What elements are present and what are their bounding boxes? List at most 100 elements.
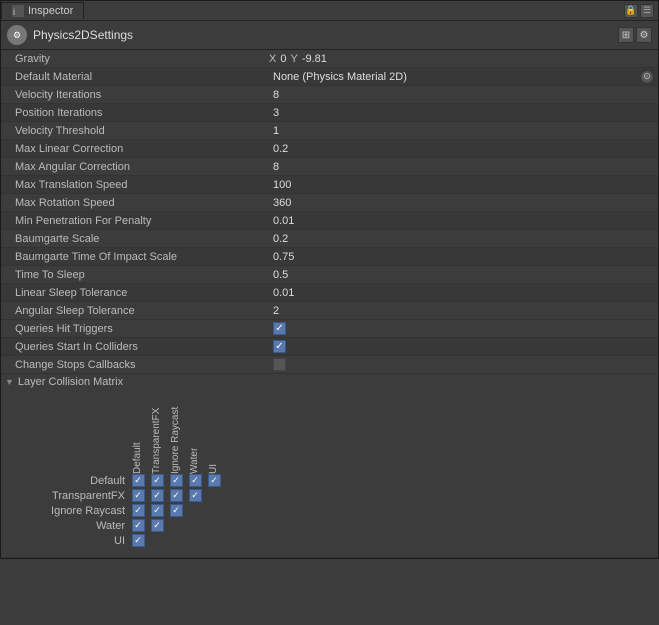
field-label: Max Translation Speed <box>1 178 269 192</box>
matrix-cell <box>186 504 204 517</box>
matrix-cell <box>129 504 147 517</box>
layer-collision-section: ▼ Layer Collision Matrix Default Transpar… <box>1 374 658 558</box>
inspector-content: Gravity X 0 Y -9.81 Default Material Non… <box>1 50 658 558</box>
field-value: 0.2 <box>269 232 658 246</box>
table-row: Velocity Iterations 8 <box>1 86 658 104</box>
numeric-fields: Velocity Iterations 8 Position Iteration… <box>1 86 658 320</box>
table-row: Max Linear Correction 0.2 <box>1 140 658 158</box>
field-value: 0.01 <box>269 286 658 300</box>
field-label: Linear Sleep Tolerance <box>1 286 269 300</box>
component-icon: ⚙ <box>7 25 27 45</box>
field-value: 360 <box>269 196 658 210</box>
gravity-y-value: -9.81 <box>300 53 329 65</box>
matrix-row: Default <box>9 474 650 487</box>
table-row: Angular Sleep Tolerance 2 <box>1 302 658 320</box>
default-material-text: None (Physics Material 2D) <box>273 71 407 83</box>
matrix-row-label: TransparentFX <box>9 490 129 502</box>
field-label: Max Rotation Speed <box>1 196 269 210</box>
matrix-checkbox-input[interactable] <box>170 474 183 487</box>
table-row: Max Rotation Speed 360 <box>1 194 658 212</box>
table-row: Min Penetration For Penalty 0.01 <box>1 212 658 230</box>
matrix-cell <box>148 489 166 502</box>
matrix-col-header: UI <box>205 394 223 474</box>
col-header-text: Water <box>190 394 200 474</box>
checkbox-input[interactable] <box>273 358 286 371</box>
field-label: Angular Sleep Tolerance <box>1 304 269 318</box>
matrix-cell <box>148 504 166 517</box>
field-value: 1 <box>269 124 658 138</box>
checkbox-fields: Queries Hit Triggers Queries Start In Co… <box>1 320 658 374</box>
matrix-checkbox-input[interactable] <box>151 474 164 487</box>
matrix-checkbox-input[interactable] <box>189 474 202 487</box>
matrix-cell <box>148 534 166 547</box>
matrix-cell <box>148 474 166 487</box>
field-value: 3 <box>269 106 658 120</box>
field-label: Max Linear Correction <box>1 142 269 156</box>
matrix-checkbox-input[interactable] <box>132 534 145 547</box>
col-header-text: Ignore Raycast <box>171 394 181 474</box>
matrix-col-header: Ignore Raycast <box>167 394 185 474</box>
matrix-cell <box>205 474 223 487</box>
matrix-cell <box>205 534 223 547</box>
gravity-fields: X 0 Y -9.81 <box>269 53 658 65</box>
matrix-row-label: Ignore Raycast <box>9 505 129 517</box>
table-row: Max Translation Speed 100 <box>1 176 658 194</box>
matrix-checkbox-input[interactable] <box>170 504 183 517</box>
field-label: Baumgarte Scale <box>1 232 269 246</box>
matrix-col-header: Water <box>186 394 204 474</box>
menu-button[interactable]: ☰ <box>640 4 654 18</box>
matrix-checkbox-input[interactable] <box>151 489 164 502</box>
field-label: Max Angular Correction <box>1 160 269 174</box>
table-row: Velocity Threshold 1 <box>1 122 658 140</box>
matrix-checkbox-input[interactable] <box>132 519 145 532</box>
matrix-row-label: UI <box>9 535 129 547</box>
lock-button[interactable]: 🔒 <box>624 4 638 18</box>
gravity-row: Gravity X 0 Y -9.81 <box>1 50 658 68</box>
default-material-value: None (Physics Material 2D) ⊙ <box>269 69 658 85</box>
matrix-cell <box>186 534 204 547</box>
matrix-cell <box>186 474 204 487</box>
checkbox-value <box>269 357 658 372</box>
matrix-checkbox-input[interactable] <box>132 474 145 487</box>
window-controls: 🔒 ☰ <box>624 4 658 18</box>
matrix-cell <box>205 489 223 502</box>
component-header: ⚙ Physics2DSettings ⊞ ⚙ <box>1 21 658 50</box>
gravity-x-value: 0 <box>278 53 288 65</box>
matrix-row: Ignore Raycast <box>9 504 650 517</box>
matrix-cell <box>205 519 223 532</box>
checkbox-input[interactable] <box>273 322 286 335</box>
field-value: 2 <box>269 304 658 318</box>
bookmark-button[interactable]: ⊞ <box>618 27 634 43</box>
matrix-cell <box>129 474 147 487</box>
matrix-checkbox-input[interactable] <box>132 504 145 517</box>
matrix-container: Default TransparentFX Ignore Raycast Water U… <box>1 390 658 557</box>
matrix-row: Water <box>9 519 650 532</box>
inspector-tab[interactable]: i Inspector <box>1 2 84 19</box>
field-label: Velocity Iterations <box>1 88 269 102</box>
checkbox-value <box>269 321 658 336</box>
layer-collision-header[interactable]: ▼ Layer Collision Matrix <box>1 374 658 390</box>
collapse-triangle-icon: ▼ <box>5 377 14 387</box>
field-label: Baumgarte Time Of Impact Scale <box>1 250 269 264</box>
matrix-cell <box>167 489 185 502</box>
matrix-checkbox-input[interactable] <box>189 489 202 502</box>
checkbox-input[interactable] <box>273 340 286 353</box>
field-value: 0.75 <box>269 250 658 264</box>
matrix-cell <box>167 534 185 547</box>
matrix-checkbox-input[interactable] <box>170 489 183 502</box>
material-picker-button[interactable]: ⊙ <box>640 70 654 84</box>
field-value: 8 <box>269 88 658 102</box>
matrix-checkbox-input[interactable] <box>151 519 164 532</box>
matrix-checkbox-input[interactable] <box>132 489 145 502</box>
field-label: Position Iterations <box>1 106 269 120</box>
matrix-col-header: Default <box>129 394 147 474</box>
matrix-cell <box>167 474 185 487</box>
field-label: Time To Sleep <box>1 268 269 282</box>
inspector-tab-label: Inspector <box>28 5 73 17</box>
matrix-checkbox-input[interactable] <box>208 474 221 487</box>
matrix-checkbox-input[interactable] <box>151 504 164 517</box>
matrix-cell <box>167 519 185 532</box>
settings-button[interactable]: ⚙ <box>636 27 652 43</box>
checkbox-row: Queries Hit Triggers <box>1 320 658 338</box>
field-value: 100 <box>269 178 658 192</box>
